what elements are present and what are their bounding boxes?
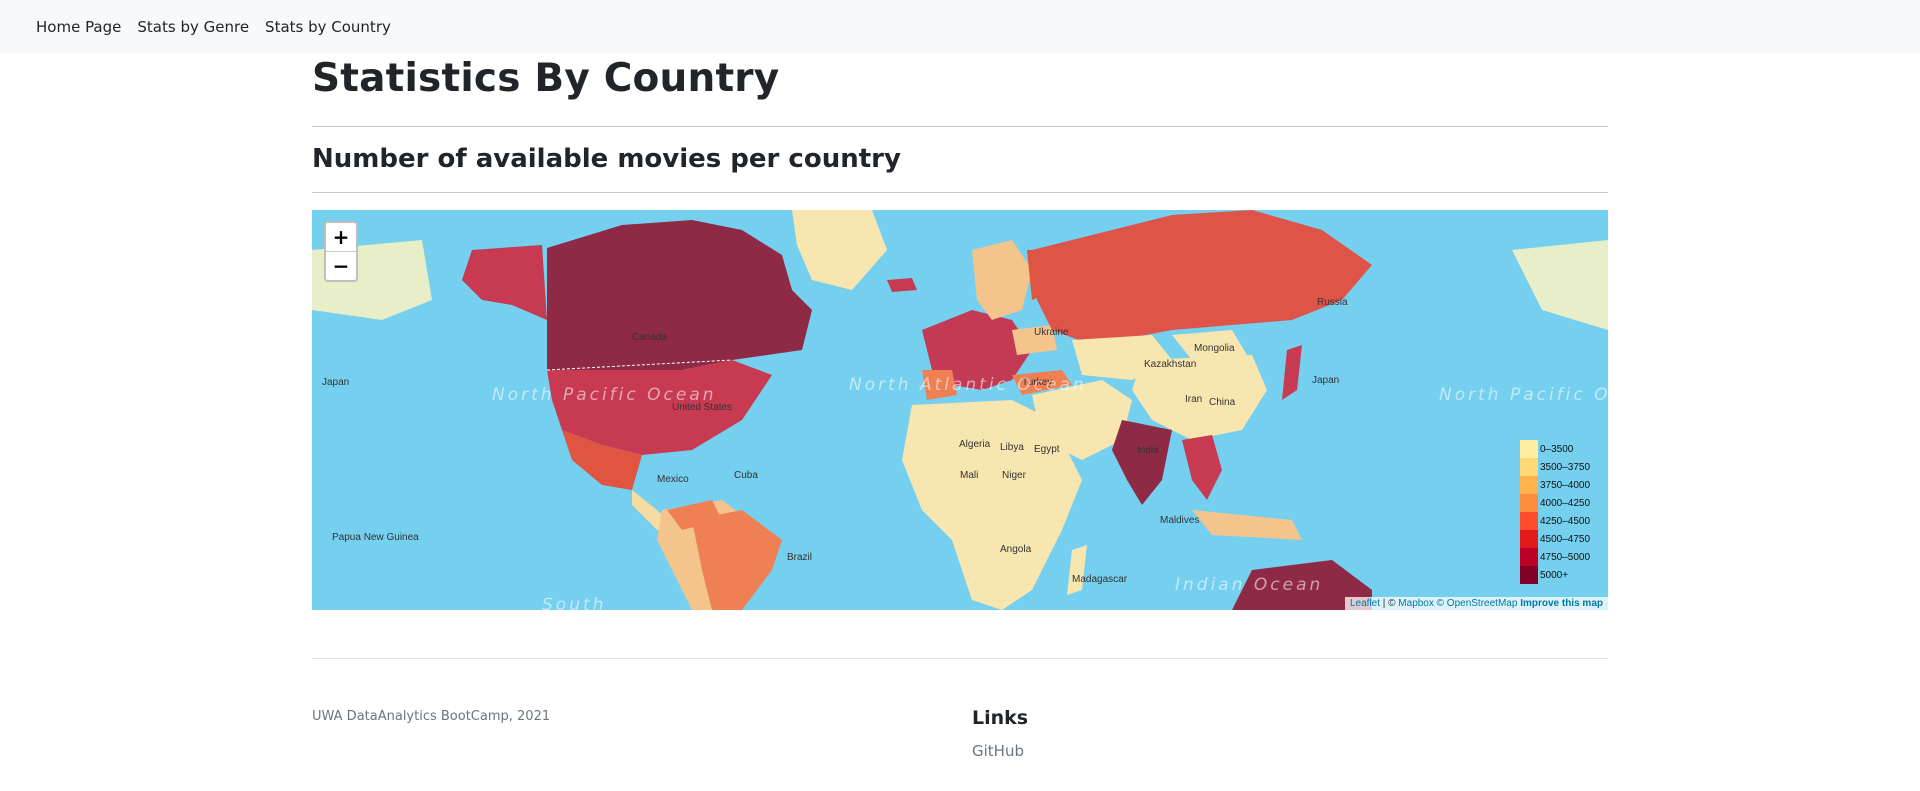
region-scandinavia[interactable] [972,240,1032,320]
legend-label: 0–3500 [1540,443,1574,455]
legend-label: 4750–5000 [1540,551,1591,563]
country-alaska[interactable] [462,245,547,320]
footer-divider [312,658,1608,659]
top-navbar: Home Page Stats by Genre Stats by Countr… [0,0,1920,54]
legend-swatch [1520,494,1538,512]
ocean-label: North Pacific Ocean [492,385,717,405]
legend-label: 4500–4750 [1540,533,1591,545]
osm-link[interactable]: © OpenStreetMap [1437,598,1518,609]
legend-item: 4000–4250 [1520,494,1590,512]
mapbox-link[interactable]: Mapbox [1398,598,1434,609]
country-label: Ukraine [1034,327,1069,338]
country-label: Mongolia [1194,343,1235,354]
country-label: Maldives [1160,515,1199,526]
region-africa[interactable] [902,400,1082,610]
map-section-title: Number of available movies per country [312,144,901,174]
country-label: Egypt [1034,444,1060,455]
legend-item: 3500–3750 [1520,458,1590,476]
legend-swatch [1520,440,1538,458]
nav-country-link[interactable]: Stats by Country [265,18,391,36]
country-label: Niger [1002,470,1027,481]
country-label: Canada [632,332,667,343]
map-tiles: CanadaUnited StatesMexico CubaBrazilRussi… [312,210,1608,610]
ocean-label: South [542,595,606,610]
country-label: Mali [960,470,978,481]
legend-label: 3750–4000 [1540,479,1591,491]
country-label: Cuba [734,470,758,481]
choropleth-map[interactable]: Canada United States Mexico Cuba Brazil Russi… [312,210,1608,610]
legend-label: 4250–4500 [1540,515,1591,527]
ocean-label: Indian Ocean [1175,575,1323,595]
attribution-separator: | © [1379,598,1399,609]
legend-swatch [1520,458,1538,476]
legend-item: 4750–5000 [1520,548,1590,566]
country-alaska-east[interactable] [1512,240,1608,330]
country-greenland[interactable] [792,210,887,290]
legend-swatch [1520,566,1538,584]
legend-item: 4500–4750 [1520,530,1590,548]
country-japan[interactable] [1282,345,1302,400]
country-label: India [1137,445,1159,456]
zoom-in-button[interactable]: + [326,223,356,251]
country-iceland[interactable] [887,278,917,292]
country-label: China [1209,397,1236,408]
nav-home-link[interactable]: Home Page [36,18,121,36]
country-label: Russia [1317,297,1348,308]
country-label: Libya [1000,442,1024,453]
legend-swatch [1520,530,1538,548]
country-label: Japan [1312,375,1339,386]
zoom-out-button[interactable]: − [326,251,356,280]
country-russia[interactable] [1032,210,1372,345]
legend-label: 5000+ [1540,569,1569,581]
region-se-asia[interactable] [1182,435,1222,500]
divider [312,126,1608,127]
legend-item: 5000+ [1520,566,1590,584]
footer-copyright: UWA DataAnalytics BootCamp, 2021 [312,709,551,724]
nav-genre-link[interactable]: Stats by Genre [137,18,249,36]
zoom-control: + − [324,221,358,282]
country-label: Iran [1185,394,1202,405]
improve-map-link[interactable]: Improve this map [1520,598,1603,609]
legend-swatch [1520,512,1538,530]
country-label: Papua New Guinea [332,532,419,543]
country-label: Madagascar [1072,574,1128,585]
country-label: Mexico [657,474,689,485]
footer-links-title: Links [972,707,1029,729]
leaflet-link[interactable]: Leaflet [1350,598,1380,609]
ocean-label: North Atlantic Ocean [849,375,1087,395]
country-label: Angola [1000,544,1032,555]
divider [312,192,1608,193]
legend-label: 3500–3750 [1540,461,1591,473]
legend-swatch [1520,476,1538,494]
region-indonesia[interactable] [1192,510,1302,540]
legend-swatch [1520,548,1538,566]
country-label: Japan [322,377,349,388]
country-canada[interactable] [547,220,812,370]
country-label: Kazakhstan [1144,359,1196,370]
legend-item: 3750–4000 [1520,476,1590,494]
country-india[interactable] [1112,420,1172,505]
page-title: Statistics By Country [312,56,780,101]
country-madagascar[interactable] [1067,545,1087,595]
legend-item: 4250–4500 [1520,512,1590,530]
legend-label: 4000–4250 [1540,497,1591,509]
ocean-label: North Pacific Ocean [1439,385,1608,405]
map-legend: 0–3500 3500–3750 3750–4000 4000–4250 4250–45… [1520,440,1590,584]
country-label: Algeria [959,439,991,450]
map-attribution: Leaflet | © Mapbox © OpenStreetMap Impro… [1344,597,1608,610]
country-label: Brazil [787,552,812,563]
legend-item: 0–3500 [1520,440,1590,458]
github-link[interactable]: GitHub [972,742,1024,760]
